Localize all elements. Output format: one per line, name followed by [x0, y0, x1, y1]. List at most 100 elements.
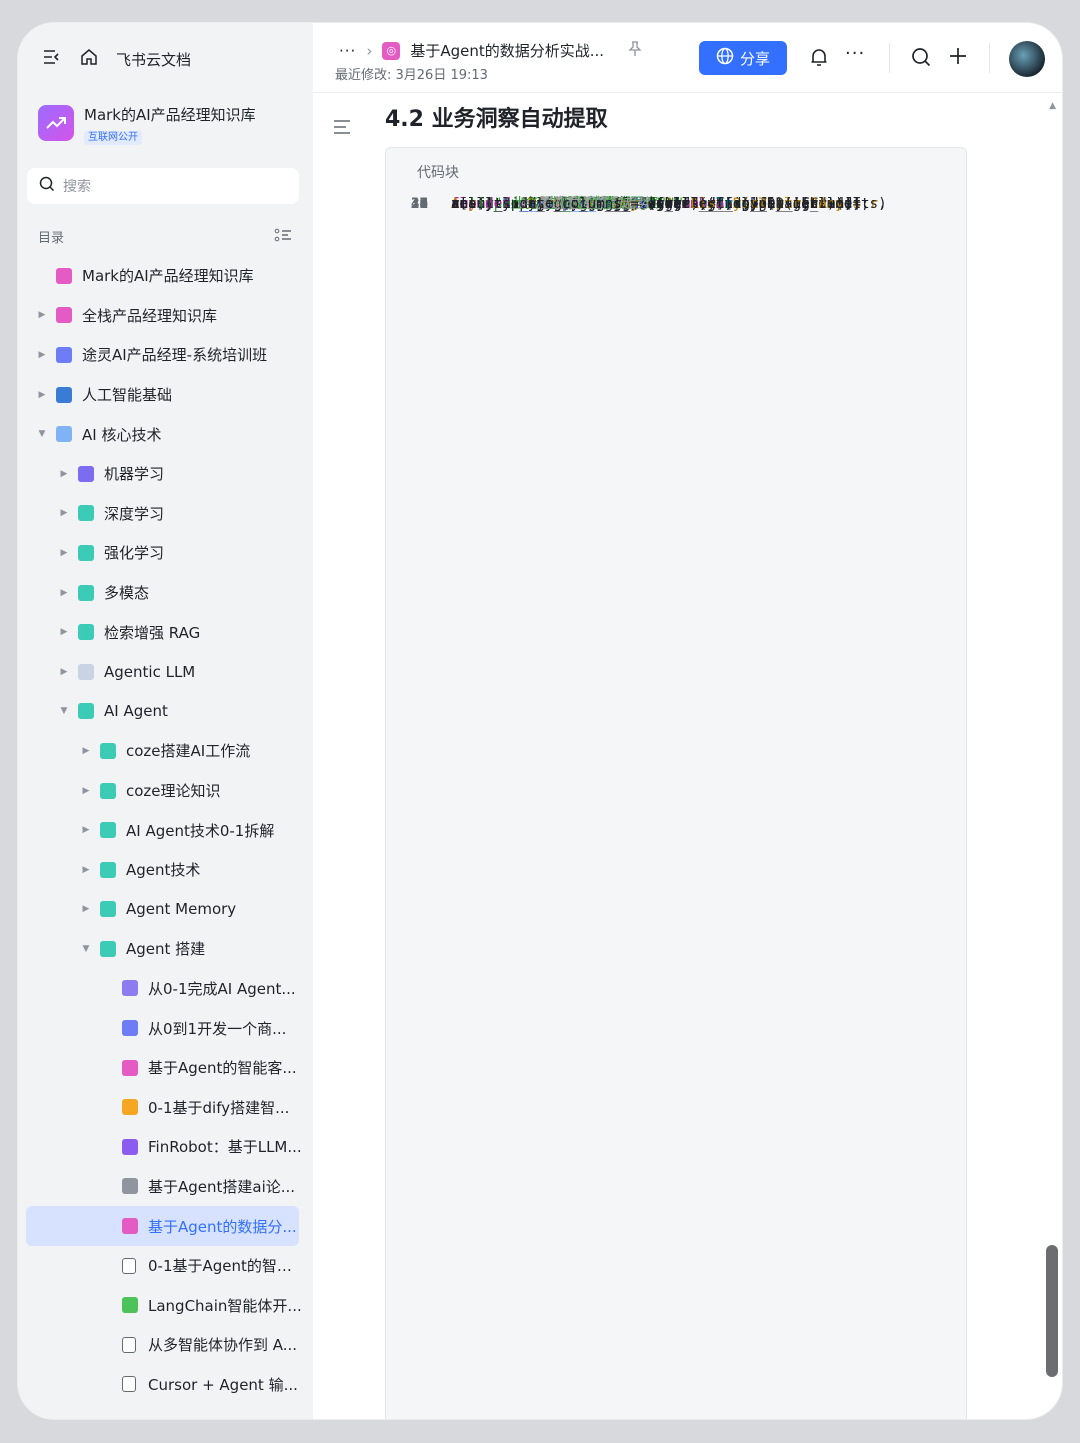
- caret-right-icon[interactable]: ▶: [59, 469, 69, 479]
- caret-right-icon[interactable]: ▶: [59, 667, 69, 677]
- doc-node-icon: [56, 267, 72, 284]
- tree-item-label: 强化学习: [104, 544, 165, 563]
- tree-item-label: 人工智能基础: [82, 386, 173, 405]
- pin-icon[interactable]: [628, 40, 642, 61]
- app-name[interactable]: 飞书云文档: [116, 49, 191, 70]
- caret-right-icon[interactable]: ▶: [81, 865, 91, 875]
- doc-node-icon: [100, 940, 116, 957]
- tree-item[interactable]: ▶ coze理论知识: [18, 771, 313, 811]
- caret-right-icon[interactable]: ▶: [37, 350, 47, 360]
- tree-item[interactable]: ▶ 强化学习: [18, 533, 313, 573]
- tree-item-label: 0-1基于Agent的智能...: [148, 1257, 303, 1276]
- tree-item-label: 从多智能体协作到 A...: [148, 1336, 298, 1355]
- doc-node-icon: [122, 1178, 138, 1195]
- tree-item-label: Mark的AI产品经理知识库: [82, 267, 254, 286]
- tree-item-label: 基于Agent的智能客...: [148, 1059, 297, 1078]
- more-breadcrumb-icon[interactable]: ···: [339, 42, 356, 60]
- doc-node-icon: [78, 703, 94, 720]
- doc-node-icon: [100, 822, 116, 839]
- caret-right-icon[interactable]: ▶: [59, 508, 69, 518]
- tree-item-label: 0-1基于dify搭建智...: [148, 1098, 290, 1117]
- caret-right-icon[interactable]: ▶: [59, 627, 69, 637]
- tree-item[interactable]: 从0到1开发一个商...: [18, 1008, 313, 1048]
- search-icon: [39, 176, 55, 196]
- avatar[interactable]: [1009, 41, 1045, 77]
- tree-item[interactable]: ▶ 深度学习: [18, 494, 313, 534]
- line-number: 41: [410, 196, 428, 212]
- tree-item[interactable]: ▶ 多模态: [18, 573, 313, 613]
- home-icon[interactable]: [80, 48, 98, 70]
- plus-icon[interactable]: [949, 47, 967, 70]
- caret-right-icon[interactable]: ▶: [81, 786, 91, 796]
- tree-item[interactable]: Mark的AI产品经理知识库: [18, 256, 313, 296]
- section-heading: 4.2 业务洞察自动提取: [385, 107, 608, 132]
- scroll-up-icon[interactable]: ▲: [1049, 101, 1056, 111]
- doc-node-icon: [122, 1257, 136, 1274]
- caret-down-icon[interactable]: ▼: [37, 429, 47, 439]
- tree-item[interactable]: ▶ Agent Memory: [18, 890, 313, 930]
- tree-item[interactable]: ▶ 机器学习: [18, 454, 313, 494]
- tree-item[interactable]: ▶ Agent技术: [18, 850, 313, 890]
- share-button[interactable]: 分享: [699, 41, 787, 75]
- doc-node-icon: [78, 584, 94, 601]
- tree-item[interactable]: ▶ AI Agent技术0-1拆解: [18, 810, 313, 850]
- tree-item[interactable]: ▶ coze搭建AI工作流: [18, 731, 313, 771]
- tree-item[interactable]: 基于Agent搭建ai论...: [18, 1167, 313, 1207]
- tree-item[interactable]: ▶ 全栈产品经理知识库: [18, 296, 313, 336]
- public-badge: 互联网公开: [84, 131, 142, 145]
- toc-list-icon[interactable]: [274, 227, 292, 247]
- doc-node-icon: [122, 1297, 138, 1314]
- search-input[interactable]: 搜索: [27, 168, 299, 204]
- caret-right-icon[interactable]: ▶: [81, 746, 91, 756]
- tree-item[interactable]: ▼ AI 核心技术: [18, 414, 313, 454]
- tree-item-label: 全栈产品经理知识库: [82, 306, 218, 325]
- caret-right-icon[interactable]: ▶: [59, 588, 69, 598]
- knowledge-base-header[interactable]: Mark的AI产品经理知识库 互联网公开: [38, 105, 256, 145]
- caret-right-icon[interactable]: ▶: [59, 548, 69, 558]
- caret-right-icon[interactable]: ▶: [37, 390, 47, 400]
- scrollbar[interactable]: [1046, 1245, 1058, 1377]
- code-block-label: 代码块: [417, 165, 459, 181]
- code-block[interactable]: 代码块 1 import numpy as np 2 from scipy impor…: [385, 147, 967, 1419]
- caret-right-icon[interactable]: ▶: [37, 310, 47, 320]
- tree-item[interactable]: 从0-1完成AI Agent...: [18, 969, 313, 1009]
- tree-item[interactable]: LangChain智能体开...: [18, 1285, 313, 1325]
- toolbar-divider: [889, 43, 890, 73]
- tree-item-label: 多模态: [104, 584, 150, 603]
- tree-item[interactable]: ▼ Agent 搭建: [18, 929, 313, 969]
- tree-item[interactable]: 基于Agent的数据分...: [26, 1206, 299, 1246]
- tree-item[interactable]: ▼ AI Agent: [18, 692, 313, 732]
- tree-item[interactable]: 从多智能体协作到 A...: [18, 1325, 313, 1365]
- tree-item-label: 从0到1开发一个商...: [148, 1019, 287, 1038]
- doc-node-icon: [100, 861, 116, 878]
- tree-item[interactable]: ▶ Agentic LLM: [18, 652, 313, 692]
- tree-item[interactable]: ▶ 人工智能基础: [18, 375, 313, 415]
- more-icon[interactable]: ···: [845, 43, 865, 64]
- collapse-sidebar-icon[interactable]: [42, 48, 62, 70]
- tree-item[interactable]: Cursor + Agent 输...: [18, 1365, 313, 1405]
- caret-right-icon[interactable]: ▶: [81, 904, 91, 914]
- tree-item[interactable]: 基于Agent的智能客...: [18, 1048, 313, 1088]
- sidebar-top: 飞书云文档: [42, 47, 191, 71]
- caret-down-icon[interactable]: ▼: [81, 944, 91, 954]
- tree-item[interactable]: 0-1基于dify搭建智...: [18, 1087, 313, 1127]
- tree-item[interactable]: 0-1基于Agent的智能...: [18, 1246, 313, 1286]
- bell-icon[interactable]: [809, 47, 829, 72]
- outline-icon[interactable]: [333, 119, 351, 140]
- tree-item[interactable]: ▶ 检索增强 RAG: [18, 612, 313, 652]
- tree-item[interactable]: ▶ 途灵AI产品经理-系统培训班: [18, 335, 313, 375]
- caret-down-icon[interactable]: ▼: [59, 706, 69, 716]
- doc-node-icon: [122, 1059, 138, 1076]
- search-doc-icon[interactable]: [911, 47, 931, 72]
- doc-node-icon: [100, 901, 116, 918]
- tree-item-label: 深度学习: [104, 504, 165, 523]
- tree-item[interactable]: FinRobot：基于LLM...: [18, 1127, 313, 1167]
- caret-right-icon[interactable]: ▶: [81, 825, 91, 835]
- doc-node-icon: [122, 1218, 138, 1235]
- share-label: 分享: [739, 49, 770, 68]
- doc-title[interactable]: 基于Agent的数据分析实战...: [410, 40, 604, 61]
- tree-item-label: AI Agent: [104, 702, 168, 721]
- doc-node-icon: [56, 346, 72, 363]
- tree-item-label: LangChain智能体开...: [148, 1296, 302, 1315]
- doc-node-icon: [56, 386, 72, 403]
